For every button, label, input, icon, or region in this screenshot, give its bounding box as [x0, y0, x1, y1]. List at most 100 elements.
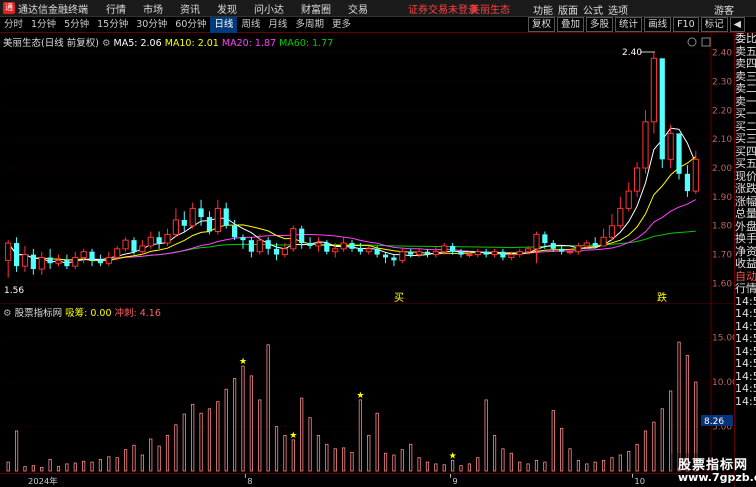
candle [608, 214, 616, 241]
side-panel-item: 14:50 [735, 382, 756, 395]
candle-body-down [13, 243, 20, 267]
side-panel-item: 卖二 [735, 82, 756, 95]
chongci-bar [350, 451, 354, 472]
chongci-bar [132, 444, 136, 472]
tab-monthly[interactable]: 月线 [264, 17, 291, 33]
candle-body-down [676, 133, 682, 174]
app-logo-icon: 通 [3, 2, 15, 14]
candle [265, 237, 271, 255]
guest-label[interactable]: 游客 [714, 2, 734, 17]
candle-body-up [290, 228, 297, 250]
tab-more[interactable]: 更多 [328, 17, 355, 33]
menu-shichang[interactable]: 市场 [143, 1, 163, 16]
candle-body-up [642, 121, 649, 169]
chongci-bar [90, 461, 94, 472]
chongci-bar [593, 461, 597, 472]
date-axis: 2024年 8 9 10 [0, 473, 734, 486]
menu-xuanxiang[interactable]: 选项 [608, 2, 628, 17]
chongci-bar [610, 457, 614, 472]
tab-60min[interactable]: 60分钟 [171, 17, 210, 33]
menu-wenxiaoda[interactable]: 问小达 [254, 1, 284, 16]
date-label-aug: 8 [247, 476, 252, 486]
overlay-button[interactable]: 叠加 [557, 17, 585, 32]
menu-jiaoyi[interactable]: 交易 [348, 1, 368, 16]
signal-fall-label: 跌 [657, 291, 667, 303]
tab-weekly[interactable]: 周线 [237, 17, 264, 33]
candle-body-up [650, 57, 657, 123]
chongci-bar [266, 344, 270, 472]
sub-tick-label: 10.00 [712, 378, 734, 388]
tab-5min[interactable]: 5分钟 [60, 17, 93, 33]
tab-15min[interactable]: 15分钟 [93, 17, 132, 33]
candle [122, 237, 129, 252]
tab-daily[interactable]: 日线 [210, 16, 238, 33]
candle-body-up [256, 239, 263, 253]
chongci-bar [467, 463, 471, 472]
candle [105, 251, 112, 267]
candle-body-down [89, 251, 95, 261]
menu-gongneng[interactable]: 功能 [533, 2, 553, 17]
candle [80, 248, 87, 264]
tab-multi-period[interactable]: 多周期 [291, 17, 328, 33]
candle-body-down [408, 251, 414, 255]
sub-settings-icon[interactable]: ⚙ [3, 308, 12, 319]
draw-line-button[interactable]: 画线 [644, 17, 672, 32]
chongci-bar [677, 341, 681, 472]
collapse-button[interactable]: ◀ [729, 17, 745, 32]
tab-fenshi[interactable]: 分时 [0, 17, 27, 33]
low-price-label: 1.56 [4, 286, 24, 296]
candle [189, 202, 196, 229]
chongci-bar [82, 460, 86, 472]
candle-body-up [524, 248, 532, 253]
price-tick-label: 1.80 [712, 222, 732, 232]
chongci-bar [191, 403, 195, 472]
candle [415, 248, 423, 258]
f10-button[interactable]: F10 [673, 17, 699, 32]
chongci-bar [216, 401, 220, 472]
tab-30min[interactable]: 30分钟 [132, 17, 171, 33]
candle-body-down [659, 58, 665, 160]
side-panel-item: 买五 [735, 157, 756, 170]
menu-faxian[interactable]: 发现 [217, 1, 237, 16]
mark-button[interactable]: 标记 [700, 17, 728, 32]
candle-body-down [424, 251, 431, 255]
indicator-chart[interactable]: ★★★★ 15.0010.005.00 8.26 [0, 303, 734, 473]
chongci-bar [157, 445, 161, 472]
chongci-bar [199, 412, 203, 472]
menu-hangqing[interactable]: 行情 [106, 1, 126, 16]
menu-caifuquan[interactable]: 财富圈 [301, 1, 331, 16]
candle-body-down [483, 251, 489, 255]
chongci-bar [325, 443, 329, 472]
menu-gongshi[interactable]: 公式 [583, 2, 603, 17]
candle-body-up [625, 190, 632, 209]
fuquan-button[interactable]: 复权 [528, 17, 556, 32]
candle [659, 58, 665, 168]
ma-settings-icon[interactable]: ⚙ [102, 38, 111, 49]
login-notice[interactable]: 证券交易未登录 [408, 1, 478, 16]
candle-body-down [198, 208, 204, 218]
xichou-star-icon: ★ [289, 431, 297, 441]
chongci-bar [383, 452, 388, 472]
chongci-bar [509, 452, 513, 472]
tab-1min[interactable]: 1分钟 [27, 17, 60, 33]
multi-stock-button[interactable]: 多股 [586, 17, 614, 32]
candle-body-up [281, 248, 289, 256]
candle [575, 243, 582, 255]
chongci-bar [241, 365, 245, 472]
side-panel-item: 换手 [735, 232, 756, 245]
chongci-bar [31, 465, 35, 472]
period-tabs: 分时 1分钟 5分钟 15分钟 30分钟 60分钟 日线 周线 月线 多周期 更… [0, 16, 756, 33]
chongci-bar [618, 454, 622, 472]
candlestick-chart[interactable]: 2.40 2.30 2.20 2.10 2.00 1.90 1.80 1.70 1.60 2.4… [0, 33, 734, 303]
stats-button[interactable]: 统计 [615, 17, 643, 32]
chongci-bar [98, 459, 103, 472]
menu-banmian[interactable]: 版面 [558, 2, 578, 17]
ma20-label: MA20: 1.87 [221, 38, 277, 49]
chongci-bar [333, 448, 337, 472]
menu-zixun[interactable]: 资讯 [180, 1, 200, 16]
side-panel-item: 买三 [735, 132, 756, 145]
candle-body-up [608, 225, 616, 238]
candle-body-up [692, 158, 699, 192]
candle-body-up [55, 259, 62, 264]
chongci-bar [476, 457, 480, 472]
